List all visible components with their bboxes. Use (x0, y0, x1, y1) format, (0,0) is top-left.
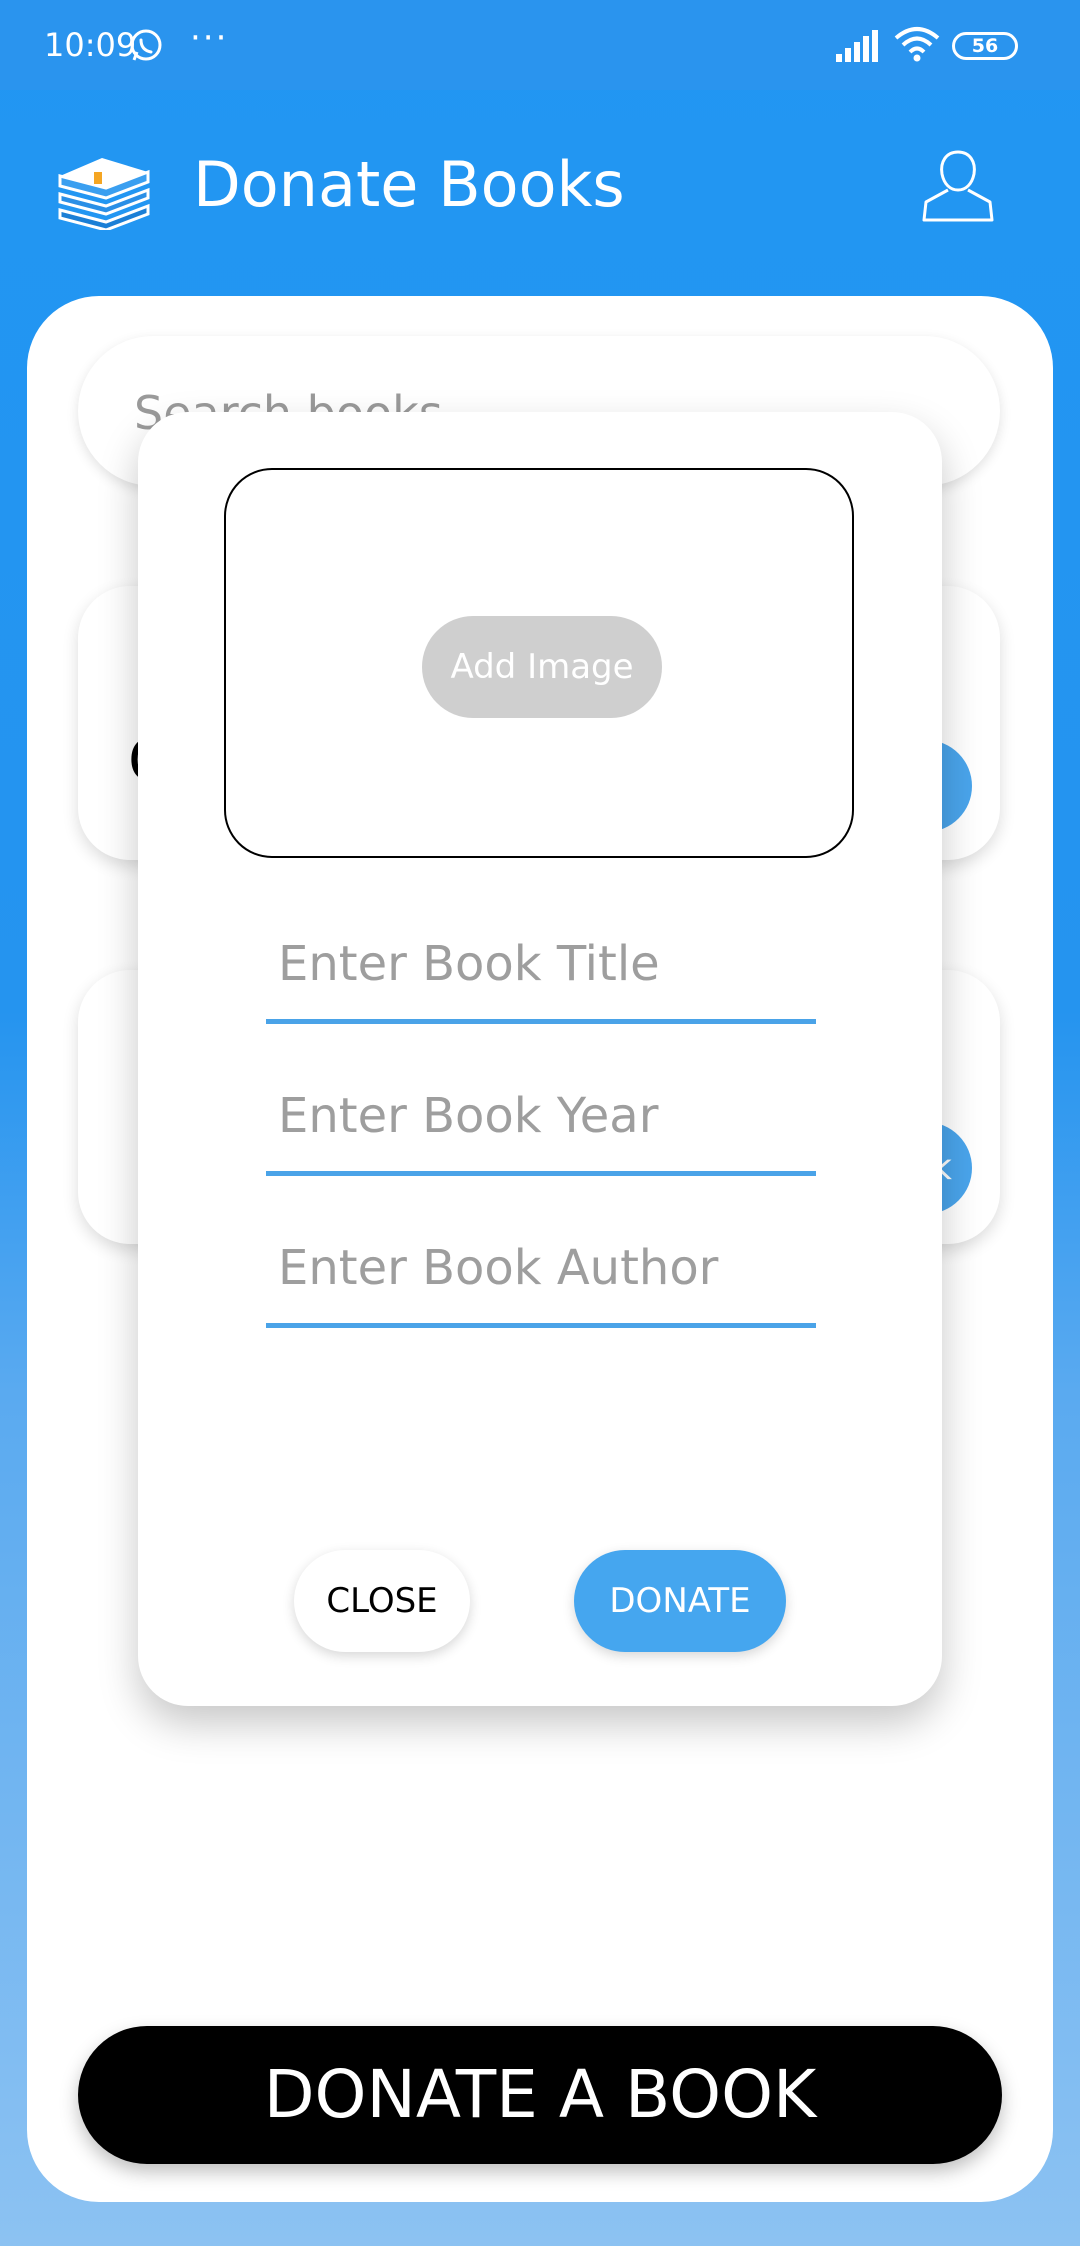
book-year-input[interactable] (278, 1066, 808, 1166)
signal-icon (836, 30, 878, 62)
person-icon[interactable] (922, 146, 994, 224)
donate-button[interactable]: DONATE (574, 1550, 786, 1652)
add-image-button[interactable]: Add Image (422, 616, 662, 718)
close-button[interactable]: CLOSE (294, 1550, 470, 1652)
book-title-field (266, 914, 816, 1024)
book-stack-icon (58, 158, 150, 230)
whatsapp-icon (130, 29, 162, 61)
app-title: Donate Books (193, 148, 625, 221)
battery-icon: 56 (952, 32, 1018, 60)
status-time: 10:09 (44, 26, 137, 64)
book-title-input[interactable] (278, 914, 808, 1014)
book-author-input[interactable] (278, 1218, 808, 1318)
donate-a-book-button[interactable]: DONATE A BOOK (78, 2026, 1002, 2164)
wifi-icon (894, 27, 940, 62)
donate-book-dialog: Add Image CLOSE DONATE (138, 412, 942, 1706)
status-more-dots: ··· (190, 18, 229, 58)
book-author-field (266, 1218, 816, 1328)
book-image-box: Add Image (224, 468, 854, 858)
book-year-field (266, 1066, 816, 1176)
status-bar: 10:09 ··· 56 (0, 0, 1080, 90)
